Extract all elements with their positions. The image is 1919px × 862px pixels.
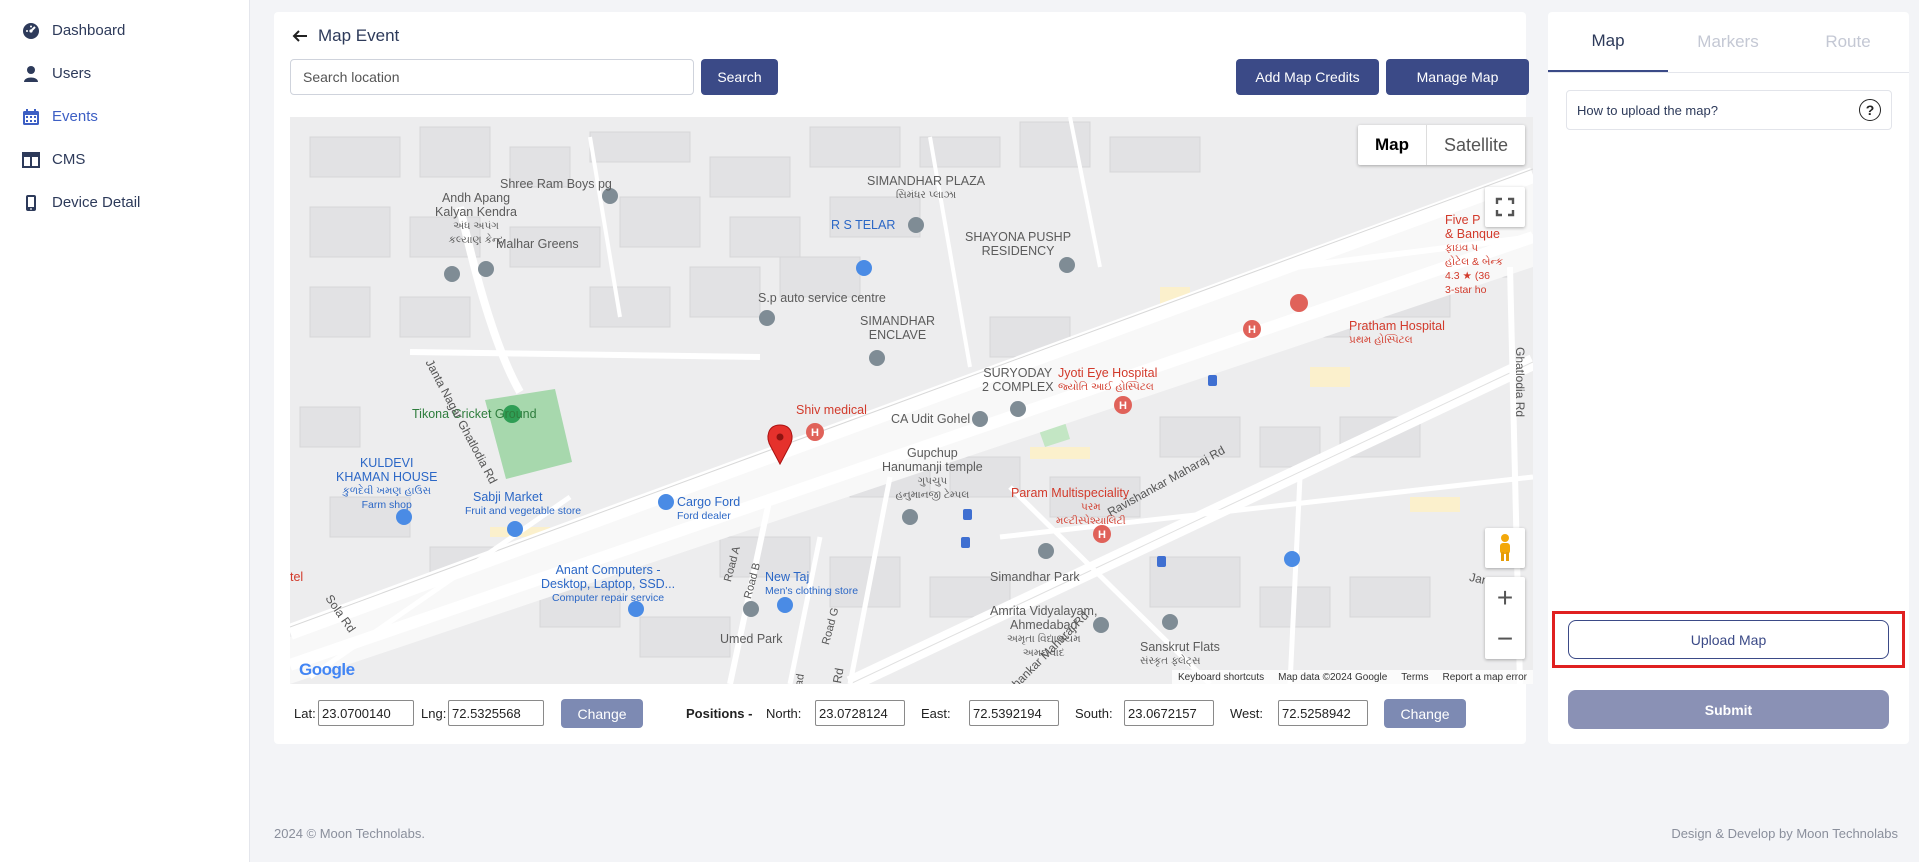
change-latlng-button[interactable]: Change: [561, 699, 643, 728]
lat-input[interactable]: [318, 700, 414, 726]
search-location-input[interactable]: [290, 59, 694, 95]
south-input[interactable]: [1124, 700, 1214, 726]
terms-link[interactable]: Terms: [1401, 672, 1428, 683]
sidebar-item-label: CMS: [52, 151, 86, 168]
zoom-controls: + −: [1485, 577, 1525, 659]
map-attribution: Keyboard shortcuts Map data ©2024 Google…: [1171, 670, 1533, 684]
map-place-label: Pratham Hospital પ્રથમ હોસ્પિટલ: [1349, 319, 1445, 346]
map-place-label: Shiv medical: [796, 403, 867, 417]
search-button[interactable]: Search: [701, 59, 778, 95]
map-place-label: Tikona Cricket Ground: [412, 407, 537, 421]
manage-map-button[interactable]: Manage Map: [1386, 59, 1529, 95]
north-input[interactable]: [815, 700, 905, 726]
lng-label: Lng:: [421, 706, 447, 721]
zoom-out-button[interactable]: −: [1485, 618, 1525, 659]
change-bounds-button[interactable]: Change: [1384, 699, 1466, 728]
map-place-label: Jyoti Eye Hospital જ્યોતિ આઈ હોસ્પિટલ: [1058, 366, 1158, 393]
svg-text:H: H: [1119, 400, 1127, 412]
sidebar-item-label: Dashboard: [52, 22, 126, 39]
tab-map[interactable]: Map: [1548, 12, 1668, 72]
map-type-satellite-button[interactable]: Satellite: [1425, 125, 1525, 165]
add-map-credits-button[interactable]: Add Map Credits: [1236, 59, 1379, 95]
map-type-map-button[interactable]: Map: [1358, 125, 1426, 165]
west-label: West:: [1230, 706, 1263, 721]
svg-text:H: H: [1248, 324, 1256, 336]
sidebar-item-events[interactable]: Events: [0, 95, 249, 138]
svg-text:H: H: [811, 427, 819, 439]
map-place-label: CA Udit Gohel: [891, 412, 971, 426]
sidebar-item-dashboard[interactable]: Dashboard: [0, 9, 249, 52]
map-place-label: S.p auto service centre: [758, 291, 886, 305]
east-input[interactable]: [969, 700, 1059, 726]
map-place-label: SHAYONA PUSHP RESIDENCY: [965, 230, 1072, 258]
footer-credit: Design & Develop by Moon Technolabs: [1671, 826, 1898, 841]
cms-icon: [22, 151, 40, 169]
user-icon: [22, 65, 40, 83]
sidebar-item-cms[interactable]: CMS: [0, 138, 249, 181]
north-label: North:: [766, 706, 802, 721]
zoom-in-button[interactable]: +: [1485, 577, 1525, 618]
map-settings-panel: Map Markers Route How to upload the map?…: [1548, 12, 1909, 744]
sidebar-item-users[interactable]: Users: [0, 52, 249, 95]
south-label: South:: [1075, 706, 1113, 721]
fullscreen-icon[interactable]: [1485, 187, 1525, 227]
svg-text:H: H: [1098, 529, 1106, 541]
road-label: Rd: [830, 666, 847, 684]
page-title: Map Event: [318, 26, 400, 45]
google-map[interactable]: HHHH Shree Ram Boys pg Andh Apang Kalyan …: [290, 117, 1533, 684]
map-place-label: Shree Ram Boys pg: [500, 177, 612, 191]
map-place-label: KULDEVI KHAMAN HOUSE કુળદેવી ખમણ હાઉસ Farm …: [336, 456, 438, 511]
map-place-label: Simandhar Park: [990, 570, 1080, 584]
help-icon[interactable]: ?: [1859, 99, 1881, 121]
page-header: Map Event: [290, 26, 399, 46]
submit-button[interactable]: Submit: [1568, 690, 1889, 729]
map-place-label: tel: [290, 570, 304, 584]
positions-label: Positions -: [686, 706, 753, 721]
keyboard-shortcuts-link[interactable]: Keyboard shortcuts: [1178, 672, 1264, 683]
sidebar: Dashboard Users Events CMS Device Detail: [0, 0, 250, 862]
sidebar-item-label: Users: [52, 65, 92, 82]
tab-markers[interactable]: Markers: [1668, 12, 1788, 72]
map-place-label: Cargo Ford Ford dealer: [677, 495, 741, 522]
lng-input[interactable]: [448, 700, 544, 726]
how-to-upload-accordion[interactable]: How to upload the map? ?: [1566, 90, 1892, 130]
road-label: Ghatlodia Rd: [1513, 347, 1527, 418]
map-place-label: Sanskrut Flats સંસ્કૃત ફ્લેટ્સ: [1140, 640, 1220, 667]
road-label: ad: [793, 672, 807, 684]
google-logo-text: Google: [299, 660, 355, 679]
dashboard-icon: [22, 22, 40, 40]
google-logo: Google: [299, 660, 355, 680]
how-to-upload-text: How to upload the map?: [1577, 102, 1718, 118]
upload-map-button[interactable]: Upload Map: [1568, 620, 1889, 659]
coordinates-row: Lat: Lng: Change Positions - North: East…: [290, 699, 1520, 728]
map-place-label: SIMANDHAR PLAZA સિમંધર પ્લાઝા: [867, 174, 986, 201]
tab-route[interactable]: Route: [1788, 12, 1908, 72]
map-place-label: R S TELAR: [831, 218, 896, 232]
east-label: East:: [921, 706, 951, 721]
footer-copyright: 2024 © Moon Technolabs.: [274, 826, 425, 841]
map-place-label: SURYODAY 2 COMPLEX: [982, 366, 1054, 394]
lat-label: Lat:: [294, 706, 316, 721]
map-place-label: SIMANDHAR ENCLAVE: [860, 314, 936, 342]
device-icon: [22, 194, 40, 212]
report-error-link[interactable]: Report a map error: [1443, 672, 1527, 683]
map-place-label: Anant Computers - Desktop, Laptop, SSD...…: [541, 563, 676, 604]
map-place-label: Umed Park: [720, 632, 783, 646]
calendar-icon: [22, 108, 40, 126]
map-place-label: Malhar Greens: [496, 237, 579, 251]
panel-tabs: Map Markers Route: [1548, 12, 1909, 73]
sidebar-item-device-detail[interactable]: Device Detail: [0, 181, 249, 224]
map-place-label: Sabji Market Fruit and vegetable store: [465, 490, 582, 517]
map-place-label: Gupchup Hanumanji temple ગુપચુપ હનુમાનજી ટે…: [882, 446, 983, 501]
street-view-pegman-icon[interactable]: [1485, 528, 1525, 568]
map-data-text: Map data ©2024 Google: [1278, 671, 1388, 683]
sidebar-nav: Dashboard Users Events CMS Device Detail: [0, 0, 249, 224]
back-arrow-icon[interactable]: [290, 26, 310, 46]
map-place-label: New Taj Men's clothing store: [765, 570, 859, 597]
map-event-card: Map Event Search Add Map Credits Manage …: [274, 12, 1533, 744]
sidebar-item-label: Events: [52, 108, 98, 125]
sidebar-item-label: Device Detail: [52, 194, 141, 211]
west-input[interactable]: [1278, 700, 1368, 726]
map-type-switcher: Map Satellite: [1357, 125, 1525, 165]
